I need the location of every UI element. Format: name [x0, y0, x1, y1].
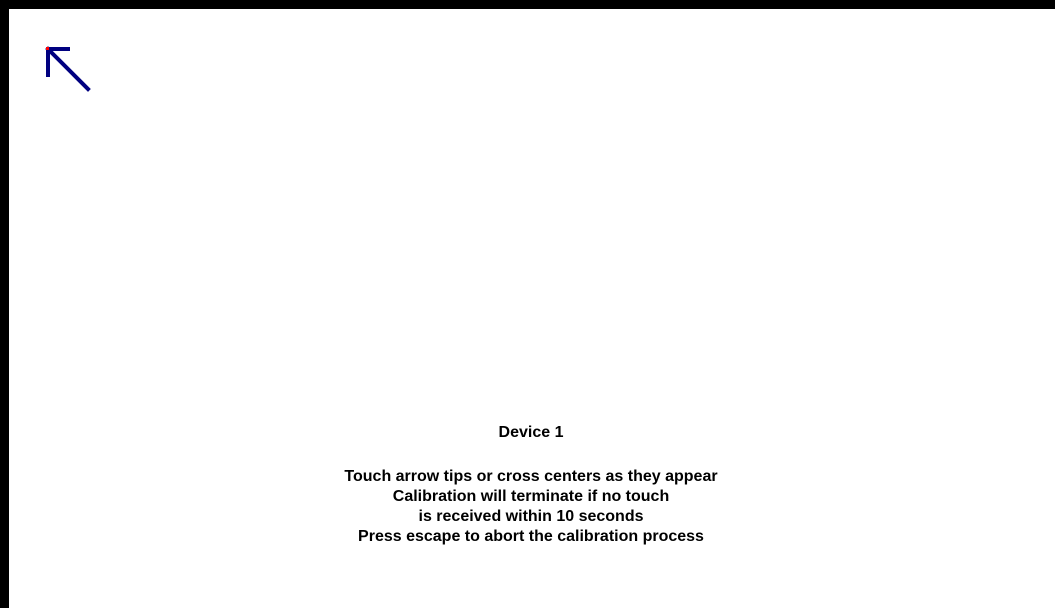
arrow-up-left-icon: [45, 46, 91, 92]
instruction-message: Touch arrow tips or cross centers as the…: [211, 467, 851, 547]
instruction-line: Touch arrow tips or cross centers as the…: [344, 468, 718, 485]
instruction-line: is received within 10 seconds: [418, 508, 644, 525]
instruction-line: Press escape to abort the calibration pr…: [358, 528, 704, 545]
calibration-instructions: Device 1 Touch arrow tips or cross cente…: [9, 423, 1055, 547]
instruction-line: Calibration will terminate if no touch: [392, 488, 670, 505]
arrow-shaft: [45, 46, 91, 92]
device-label: Device 1: [498, 424, 564, 441]
arrow-tip-marker: [46, 47, 49, 50]
calibration-panel: Device 1 Touch arrow tips or cross cente…: [9, 9, 1055, 608]
calibration-screen: Device 1 Touch arrow tips or cross cente…: [0, 0, 1055, 608]
calibration-target[interactable]: [44, 45, 94, 95]
